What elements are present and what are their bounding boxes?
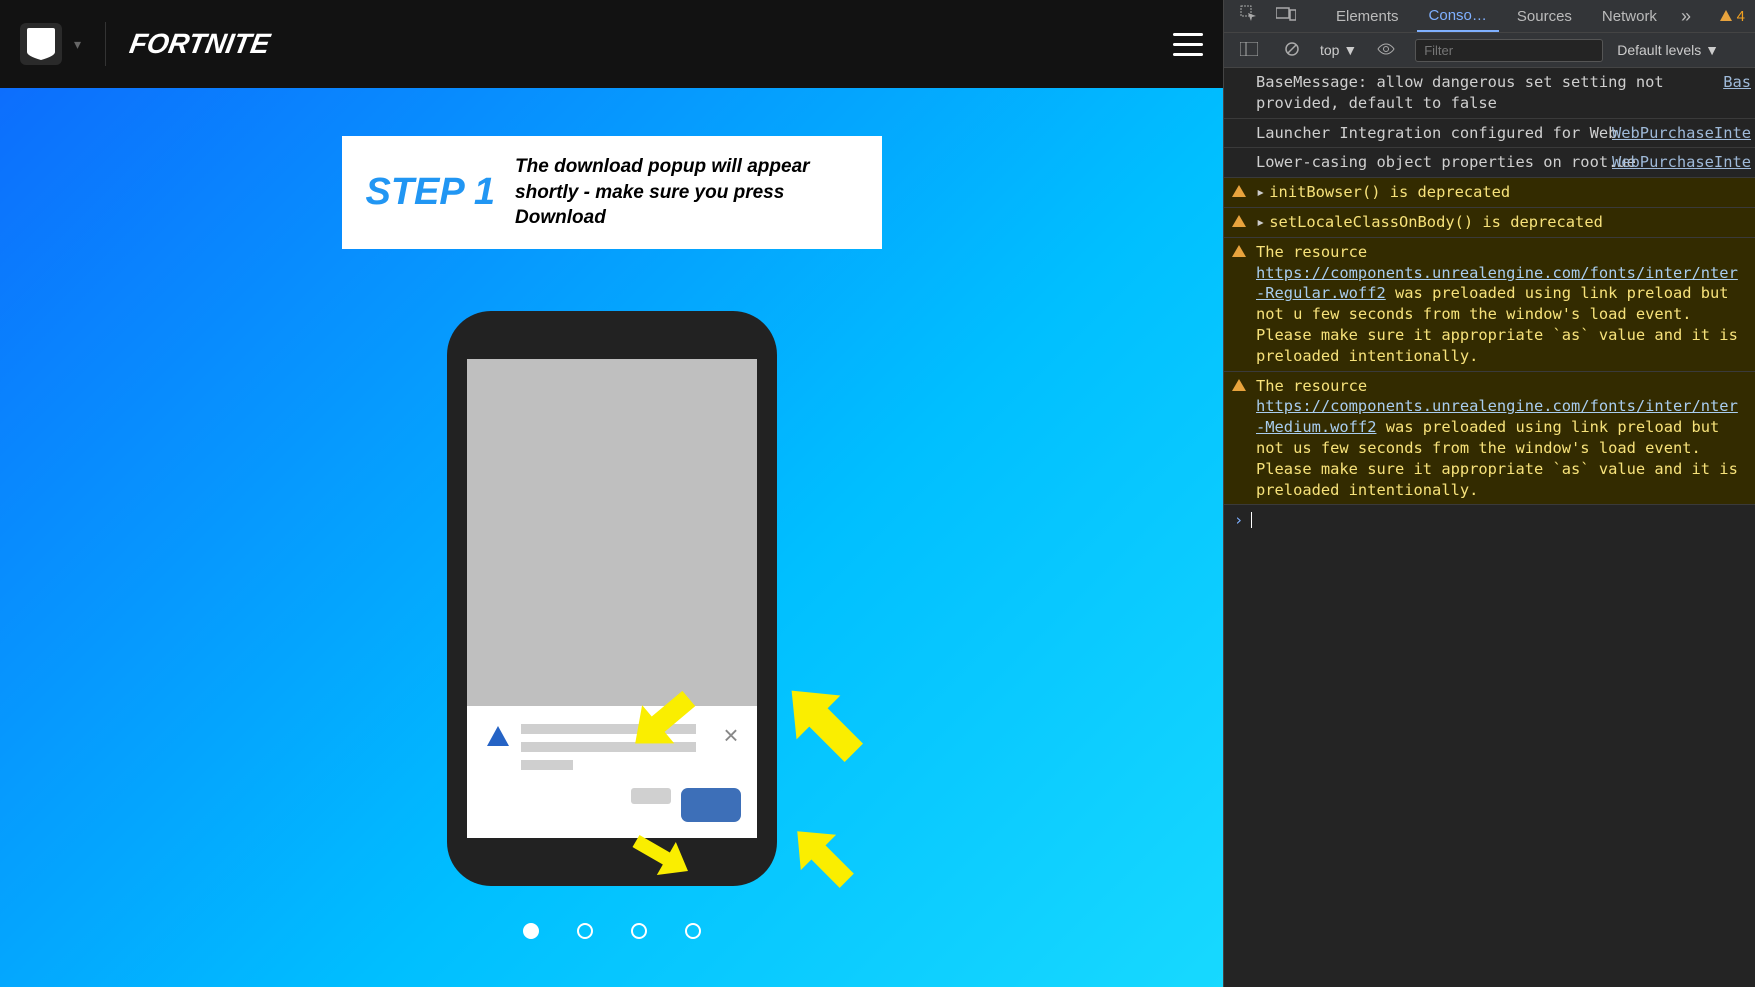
tab-sources[interactable]: Sources: [1505, 2, 1584, 31]
warning-count[interactable]: 4: [1719, 8, 1745, 25]
device-toggle-icon[interactable]: [1270, 2, 1302, 30]
devtools-tabs: Elements Conso… Sources Network » 4: [1224, 0, 1755, 32]
devtools-panel: Elements Conso… Sources Network » 4 top …: [1223, 0, 1755, 987]
log-source-link[interactable]: WebPurchaseInte: [1612, 152, 1751, 173]
tab-network[interactable]: Network: [1590, 2, 1669, 31]
step-label: STEP 1: [366, 171, 496, 214]
chevron-right-icon: ›: [1234, 511, 1243, 529]
step-card: STEP 1 The download popup will appear sh…: [342, 136, 882, 249]
step-description: The download popup will appear shortly -…: [515, 154, 857, 231]
carousel-dots: [523, 923, 701, 939]
header-divider: [105, 22, 106, 66]
log-source-link[interactable]: Bas: [1723, 72, 1751, 93]
tab-console[interactable]: Conso…: [1417, 1, 1499, 32]
console-log: Lower-casing object properties on root.u…: [1224, 148, 1755, 178]
fortnite-logo[interactable]: FORTNITE: [127, 28, 272, 60]
log-source-link[interactable]: WebPurchaseInte: [1612, 123, 1751, 144]
console-warning: ▸initBowser() is deprecated: [1224, 178, 1755, 208]
tab-elements[interactable]: Elements: [1324, 2, 1411, 31]
clear-console-icon[interactable]: [1278, 37, 1306, 64]
phone-illustration: ×: [447, 311, 777, 886]
carousel-dot-4[interactable]: [685, 923, 701, 939]
tabs-overflow-icon[interactable]: »: [1675, 6, 1697, 27]
chevron-down-icon[interactable]: ▾: [74, 36, 81, 53]
console-warning: ▸setLocaleClassOnBody() is deprecated: [1224, 208, 1755, 238]
console-log: BaseMessage: allow dangerous set setting…: [1224, 68, 1755, 119]
console-output: BaseMessage: allow dangerous set setting…: [1224, 68, 1755, 987]
resource-link[interactable]: https://components.unrealengine.com/font…: [1256, 397, 1701, 415]
execution-context[interactable]: top ▼: [1320, 42, 1357, 58]
site-header: ▾ FORTNITE: [0, 0, 1223, 88]
arrow-icon: [617, 811, 707, 901]
log-levels-dropdown[interactable]: Default levels ▼: [1617, 42, 1719, 58]
popup-triangle-icon: [487, 726, 509, 746]
resource-link[interactable]: https://components.unrealengine.com/font…: [1256, 264, 1701, 282]
live-expression-icon[interactable]: [1371, 38, 1401, 62]
phone-frame: ×: [447, 311, 777, 886]
close-icon: ×: [723, 720, 738, 751]
hamburger-menu-icon[interactable]: [1173, 33, 1203, 56]
carousel-dot-3[interactable]: [631, 923, 647, 939]
sidebar-toggle-icon[interactable]: [1234, 38, 1264, 63]
arrow-icon: [767, 801, 877, 911]
filter-input[interactable]: [1415, 39, 1603, 62]
main-content: STEP 1 The download popup will appear sh…: [0, 88, 1223, 987]
inspect-icon[interactable]: [1234, 1, 1264, 31]
arrow-icon: [607, 666, 717, 776]
console-warning: The resource https://components.unrealen…: [1224, 372, 1755, 506]
console-toolbar: top ▼ Default levels ▼: [1224, 32, 1755, 68]
page-left: ▾ FORTNITE STEP 1 The download popup wil…: [0, 0, 1223, 987]
console-warning: The resource https://components.unrealen…: [1224, 238, 1755, 372]
console-log: Launcher Integration configured for WebW…: [1224, 119, 1755, 149]
screen-background: [467, 359, 757, 706]
epic-games-logo[interactable]: [20, 23, 62, 65]
arrow-icon: [757, 656, 887, 786]
console-prompt[interactable]: ›: [1224, 505, 1755, 535]
cancel-button-placeholder: [631, 788, 671, 804]
carousel-dot-2[interactable]: [577, 923, 593, 939]
carousel-dot-1[interactable]: [523, 923, 539, 939]
